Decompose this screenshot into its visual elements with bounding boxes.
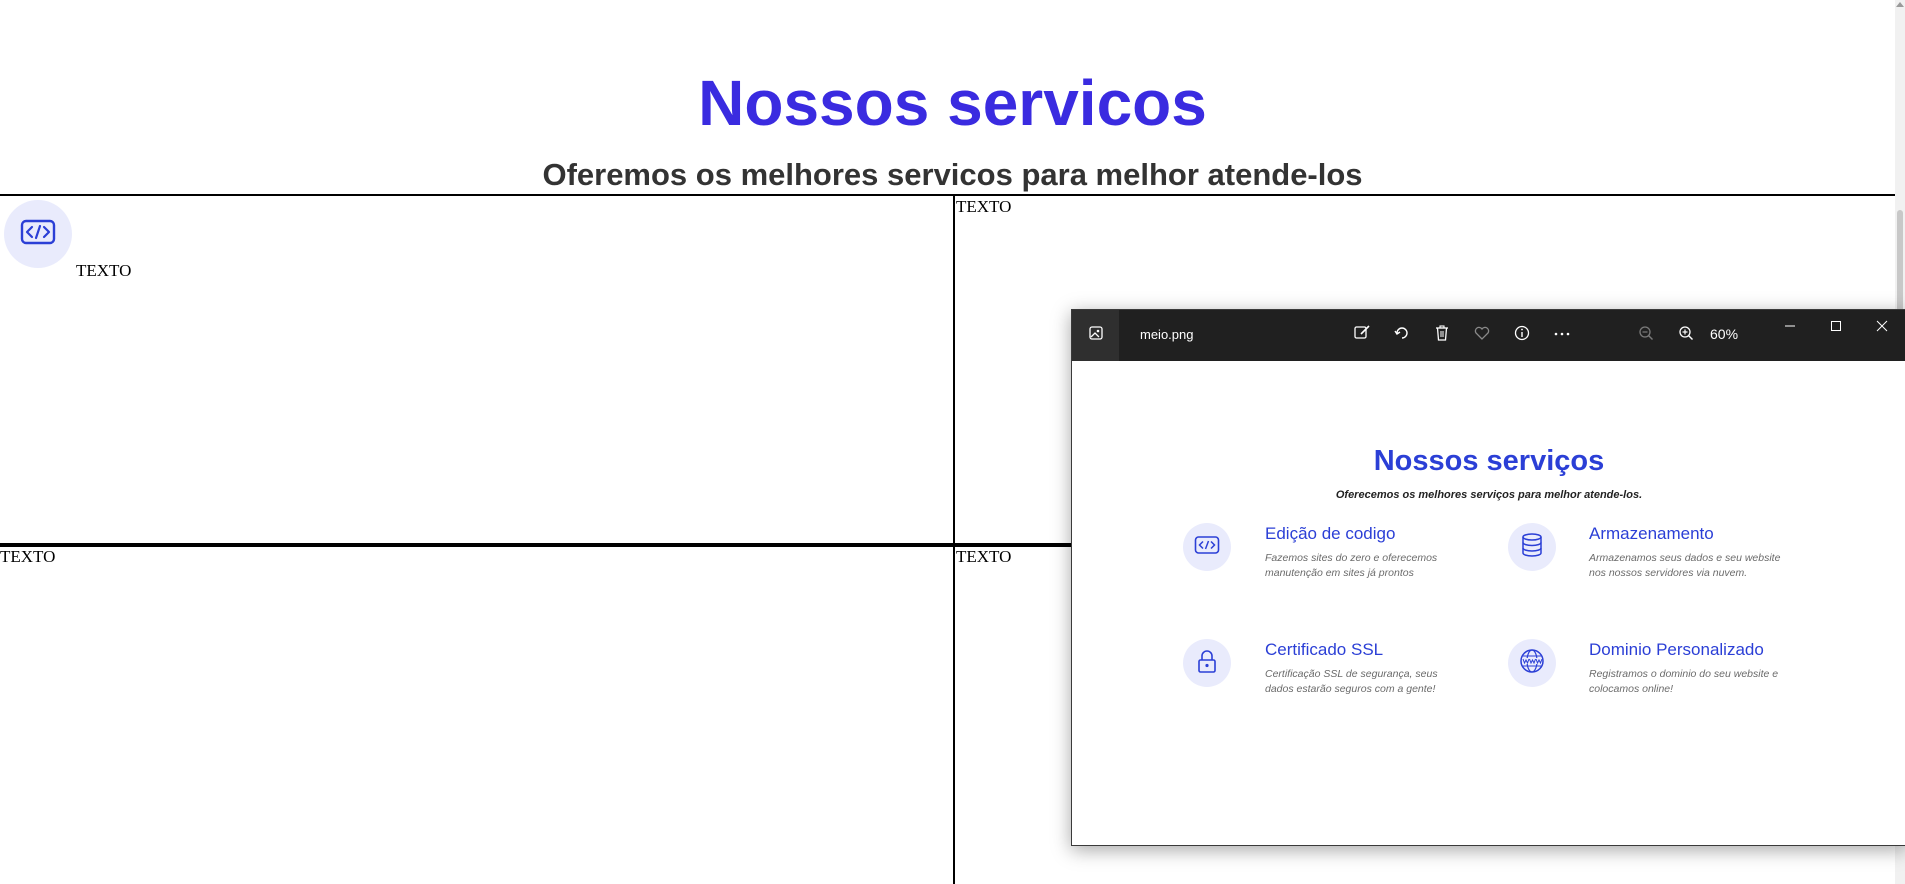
delete-button[interactable] [1430,323,1454,347]
grid-divider-middle [0,543,1072,547]
edit-button[interactable] [1350,323,1374,347]
gallery-button[interactable] [1072,310,1119,361]
cell-text: TEXTO [76,261,132,280]
service-icon-circle [4,200,72,268]
service-title: Certificado SSL [1265,640,1384,659]
zoom-level[interactable]: 60% [1710,326,1738,342]
scroll-up-arrow-icon[interactable] [1896,2,1904,7]
zoom-in-icon [1677,324,1695,347]
service-icon-circle [1183,639,1231,687]
page-subtitle: Oferemos os melhores servicos para melho… [542,157,1363,192]
cell-text: TEXTO [956,197,1012,216]
image-heading: Nossos serviços [1373,445,1605,477]
zoom-out-button[interactable] [1634,323,1658,347]
close-button[interactable] [1867,318,1897,338]
zoom-in-button[interactable] [1674,323,1698,347]
maximize-button[interactable] [1821,318,1851,338]
service-icon-circle [1508,523,1556,571]
service-description: Armazenamos seus dados e seu website nos… [1589,552,1781,579]
file-name: meio.png [1140,327,1194,342]
info-button[interactable] [1510,323,1534,347]
minimize-button[interactable] [1775,318,1805,338]
scrollbar-thumb[interactable] [1897,210,1903,320]
page-title: Nossos servicos [698,67,1207,139]
globe-www-icon [1519,648,1545,679]
edit-icon [1353,324,1371,347]
rotate-button[interactable] [1390,323,1414,347]
image-viewer-window[interactable]: meio.png 60% Nossos serviços Oferecemos … [1071,309,1905,846]
more-options-button[interactable] [1550,323,1574,347]
service-description: Fazemos sites do zero e oferecemos manut… [1265,552,1438,579]
grid-divider-vertical [953,194,955,884]
cell-text: TEXTO [0,547,56,566]
service-title: Armazenamento [1589,524,1714,543]
grid-divider-top [0,194,1895,196]
service-description: Certificação SSL de segurança, seus dado… [1265,668,1438,695]
more-icon [1552,324,1572,347]
info-icon [1513,324,1531,347]
image-subheading: Oferecemos os melhores serviços para mel… [1335,489,1643,501]
cell-text: TEXTO [956,547,1012,566]
delete-icon [1433,324,1451,347]
code-icon [20,218,56,251]
viewer-titlebar[interactable]: meio.png 60% [1072,310,1905,361]
service-icon-circle [1508,639,1556,687]
image-canvas[interactable]: Nossos serviços Oferecemos os melhores s… [1072,361,1905,845]
database-icon [1520,532,1544,563]
close-icon [1876,319,1888,337]
service-icon-circle [1183,523,1231,571]
code-icon [1194,535,1220,560]
lock-icon [1197,649,1217,678]
photos-app-icon [1088,325,1104,346]
rotate-icon [1393,324,1411,347]
minimize-icon [1784,319,1796,337]
service-description: Registramos o dominio do seu website e c… [1589,668,1779,695]
maximize-icon [1830,319,1842,337]
favorite-icon [1473,324,1491,347]
service-title: Edição de codigo [1265,524,1396,543]
zoom-out-icon [1637,324,1655,347]
service-title: Dominio Personalizado [1589,640,1764,659]
favorite-button[interactable] [1470,323,1494,347]
